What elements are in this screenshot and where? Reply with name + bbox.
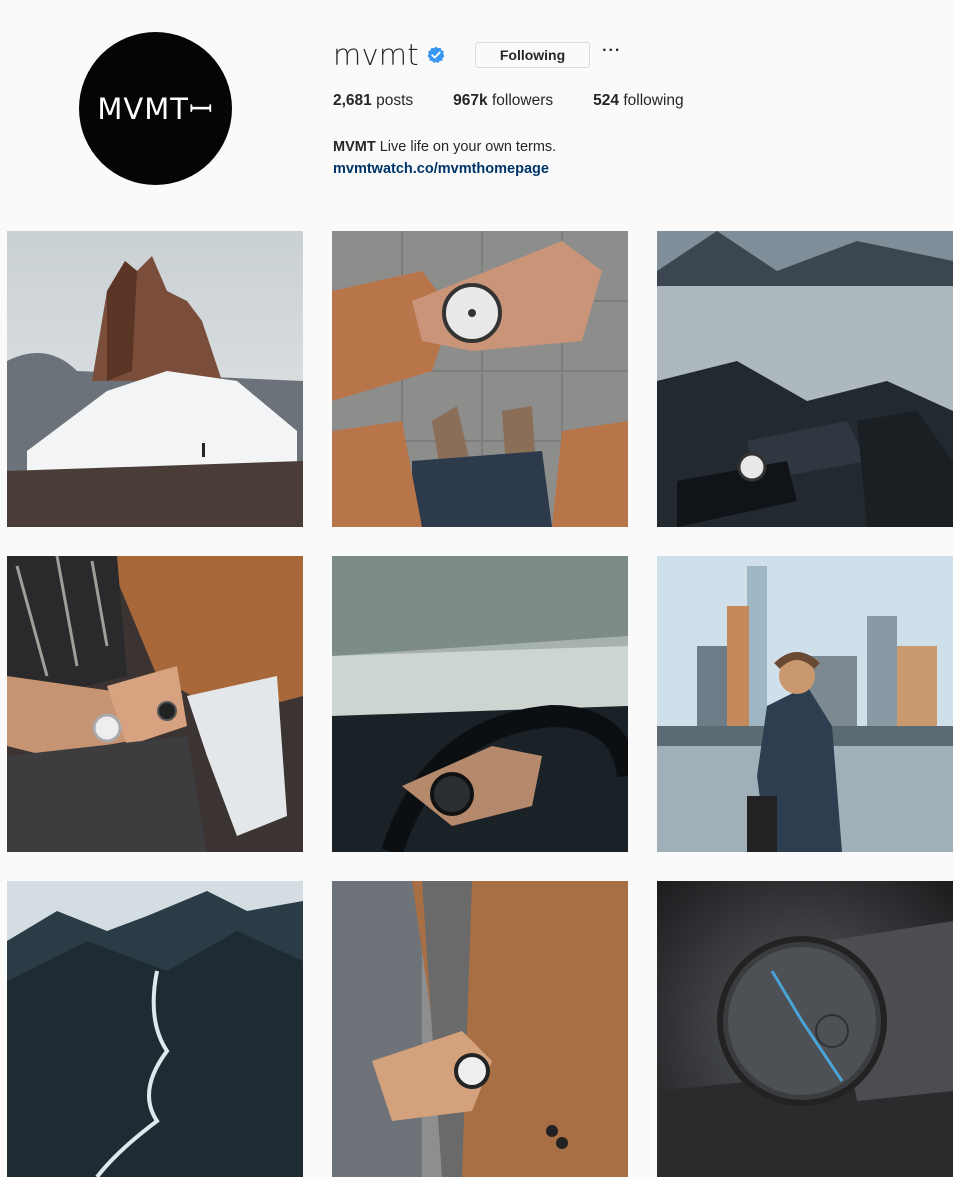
post-tile-frozen-lake[interactable]: [657, 231, 953, 527]
posts-count: 2,681: [333, 92, 372, 109]
followers-count: 967k: [453, 92, 488, 109]
posts-label: posts: [376, 92, 414, 109]
bio-line: MVMT Live life on your own terms.: [333, 136, 556, 158]
post-tile-chronograph-watch[interactable]: [657, 881, 953, 1177]
couple-hands-image: [7, 556, 303, 852]
verified-badge-icon: [427, 46, 445, 64]
post-tile-coat-watch[interactable]: [332, 881, 628, 1177]
avatar-logo-text: MVMTꟷ: [97, 92, 214, 126]
post-tile-wrist-watch-shoes[interactable]: [332, 231, 628, 527]
profile-avatar[interactable]: MVMTꟷ: [79, 32, 232, 185]
followers-label: followers: [491, 92, 554, 109]
bio-link[interactable]: mvmtwatch.co/mvmthomepage: [333, 161, 549, 177]
posts-stat[interactable]: 2,681 posts: [333, 92, 413, 110]
post-tile-city-skyline[interactable]: [657, 556, 953, 852]
more-options-icon[interactable]: ···: [602, 43, 621, 64]
post-tile-mountain-river[interactable]: [7, 881, 303, 1177]
followers-stat[interactable]: 967k followers: [453, 92, 553, 110]
following-label: following: [623, 92, 684, 109]
city-skyline-image: [657, 556, 953, 852]
frozen-lake-image: [657, 231, 953, 527]
bio-text: Live life on your own terms.: [379, 139, 557, 155]
post-tile-couple-hands[interactable]: [7, 556, 303, 852]
profile-stats: 2,681 posts 967k followers 524 following: [333, 92, 724, 110]
following-count: 524: [593, 92, 620, 109]
post-tile-mountain-peak[interactable]: [7, 231, 303, 527]
mountain-river-image: [7, 881, 303, 1177]
profile-bio: MVMT Live life on your own terms. mvmtwa…: [333, 136, 556, 180]
username-row: mvmt Following ···: [333, 38, 621, 72]
bio-name: MVMT: [333, 139, 376, 155]
driving-wheel-image: [332, 556, 628, 852]
following-stat[interactable]: 524 following: [593, 92, 684, 110]
coat-watch-image: [332, 881, 628, 1177]
following-button[interactable]: Following: [474, 42, 591, 68]
post-tile-driving-wheel[interactable]: [332, 556, 628, 852]
mountain-peak-image: [7, 231, 303, 527]
wrist-watch-shoes-image: [332, 231, 628, 527]
username: mvmt: [333, 38, 419, 72]
chronograph-watch-image: [657, 881, 953, 1177]
